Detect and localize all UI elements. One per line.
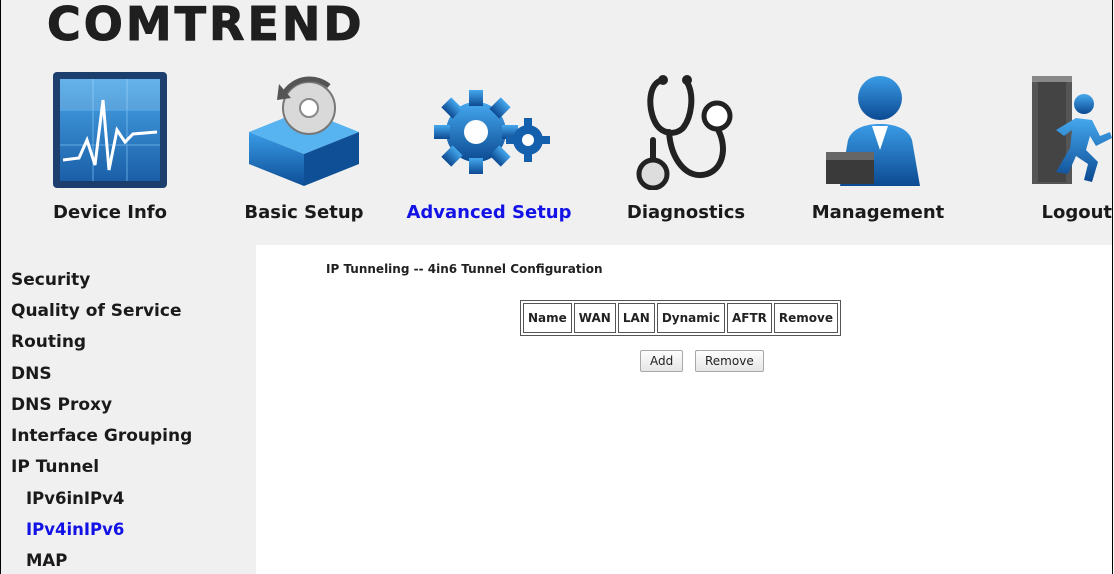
column-header-wan: WAN [573, 303, 616, 333]
tunnel-table: Name WAN LAN Dynamic AFTR Remove [520, 300, 841, 336]
logout-icon [1014, 70, 1114, 194]
sidebar: Security Quality of Service Routing DNS … [1, 245, 256, 574]
sidebar-item-ip-tunnel[interactable]: IP Tunnel [11, 457, 99, 477]
advanced-setup-icon [424, 70, 554, 194]
nav-advanced-setup[interactable]: Advanced Setup [399, 64, 579, 240]
nav-advanced-setup-label: Advanced Setup [406, 202, 572, 223]
sidebar-item-routing[interactable]: Routing [11, 332, 86, 352]
nav-management-label: Management [811, 202, 945, 223]
header: COMTREND Device Info Basic Setup Advance… [1, 0, 1112, 245]
main-content: IP Tunneling -- 4in6 Tunnel Configuratio… [256, 245, 1112, 574]
sidebar-item-dns[interactable]: DNS [11, 364, 52, 384]
device-info-icon [51, 70, 169, 194]
nav-logout-label: Logout [1041, 202, 1112, 223]
stethoscope-icon [631, 70, 741, 194]
column-header-aftr: AFTR [726, 303, 772, 333]
basic-setup-icon [239, 70, 369, 194]
column-header-name: Name [523, 303, 572, 333]
sidebar-item-map[interactable]: MAP [26, 551, 67, 570]
column-header-dynamic: Dynamic [656, 303, 725, 333]
sidebar-item-ipv6inipv4[interactable]: IPv6inIPv4 [26, 489, 124, 508]
nav-device-info-label: Device Info [53, 202, 167, 223]
nav-diagnostics[interactable]: Diagnostics [606, 64, 766, 240]
comtrend-logo: COMTREND [47, 0, 365, 51]
nav-device-info[interactable]: Device Info [30, 64, 190, 240]
page-title: IP Tunneling -- 4in6 Tunnel Configuratio… [326, 262, 603, 276]
sidebar-item-ipv4inipv6[interactable]: IPv4inIPv6 [26, 520, 124, 539]
nav-management[interactable]: Management [798, 64, 958, 240]
nav-basic-setup-label: Basic Setup [244, 202, 364, 223]
add-button[interactable]: Add [640, 350, 684, 372]
sidebar-item-dns-proxy[interactable]: DNS Proxy [11, 395, 112, 415]
column-header-lan: LAN [617, 303, 655, 333]
nav-logout[interactable]: Logout [1004, 64, 1112, 240]
nav-diagnostics-label: Diagnostics [626, 202, 746, 223]
column-header-remove: Remove [773, 303, 838, 333]
sidebar-item-interface-grouping[interactable]: Interface Grouping [11, 426, 192, 446]
table-header-row: Name WAN LAN Dynamic AFTR Remove [523, 303, 838, 333]
sidebar-item-security[interactable]: Security [11, 270, 90, 290]
management-icon [818, 70, 938, 194]
nav-basic-setup[interactable]: Basic Setup [224, 64, 384, 240]
sidebar-item-quality-of-service[interactable]: Quality of Service [11, 301, 181, 321]
remove-button[interactable]: Remove [695, 350, 764, 372]
